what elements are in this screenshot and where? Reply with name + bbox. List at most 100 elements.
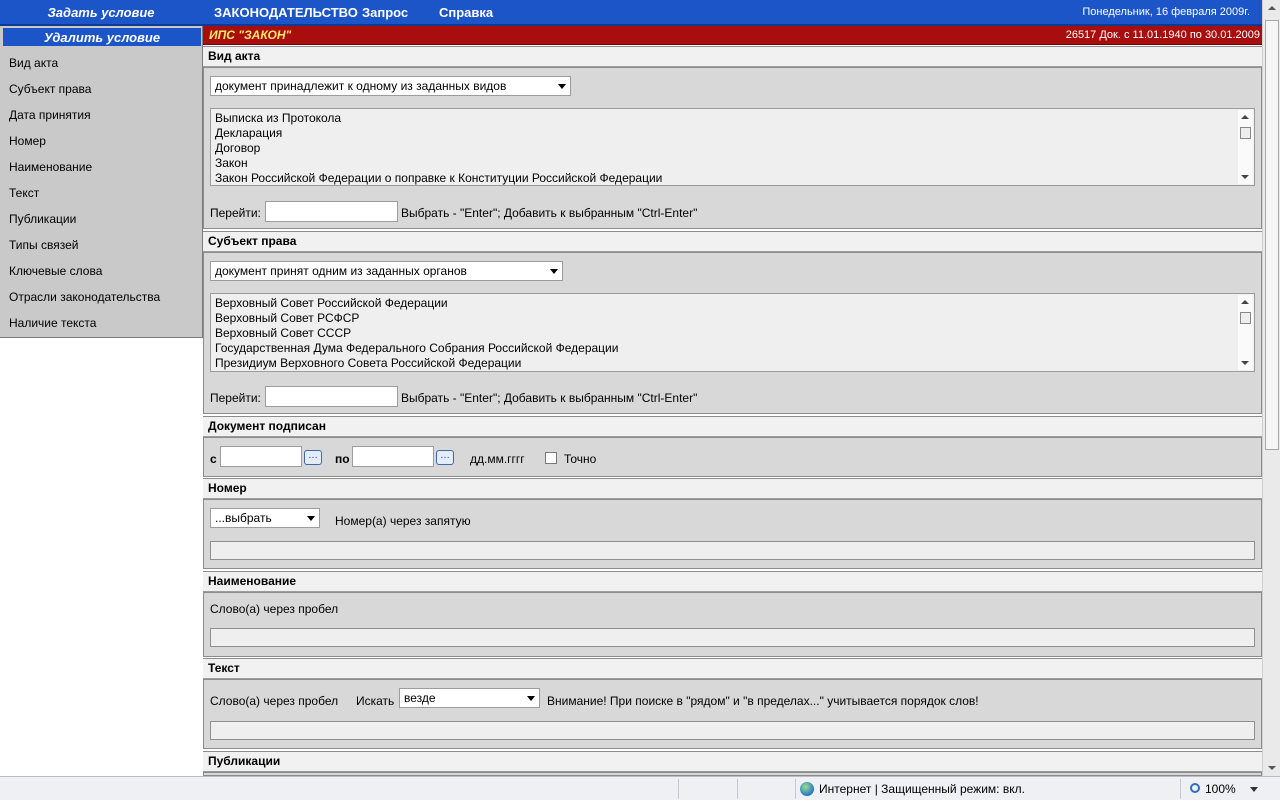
security-zone-text[interactable]: Интернет | Защищенный режим: вкл. (819, 777, 1025, 801)
scroll-down-icon[interactable] (1241, 175, 1249, 179)
exact-date-checkbox[interactable] (545, 452, 557, 464)
date-to-label: по (335, 452, 350, 466)
listbox-scrollbar[interactable] (1238, 295, 1253, 370)
set-condition-button[interactable]: Задать условие (0, 0, 202, 24)
subject-listbox[interactable]: Верховный Совет Российской Федерации Вер… (210, 293, 1255, 372)
section-subject: документ принят одним из заданных органо… (203, 252, 1262, 414)
act-type-mode-select[interactable]: документ принадлежит к одному из заданны… (210, 76, 571, 96)
number-mode-select[interactable]: ...выбрать (210, 508, 320, 528)
sidebar-item-subject[interactable]: Субъект права (9, 81, 91, 97)
document-count: 26517 Док. с 11.01.1940 по 30.01.2009 (1065, 29, 1260, 41)
act-type-mode-value: документ принадлежит к одному из заданны… (215, 79, 507, 93)
number-mode-value: ...выбрать (215, 511, 272, 525)
chevron-down-icon[interactable] (1250, 787, 1258, 792)
menu-legislation[interactable]: ЗАКОНОДАТЕЛЬСТВО (214, 0, 358, 24)
section-header-act-type: Вид акта (203, 46, 1262, 67)
number-input[interactable] (210, 541, 1255, 560)
section-text: Слово(а) через пробел Искать везде Внима… (203, 679, 1262, 749)
menu-query[interactable]: Запрос (362, 0, 408, 24)
act-type-listbox[interactable]: Выписка из Протокола Декларация Договор … (210, 108, 1255, 186)
list-item[interactable]: Договор (215, 141, 260, 156)
sidebar-item-keywords[interactable]: Ключевые слова (9, 263, 102, 279)
scroll-up-icon[interactable] (1241, 300, 1249, 304)
list-item[interactable]: Закон (215, 156, 248, 171)
page-scroll-thumb[interactable] (1265, 20, 1279, 450)
sidebar-item-link-types[interactable]: Типы связей (9, 237, 78, 253)
subject-goto-label: Перейти: (210, 391, 261, 405)
sidebar-item-publications[interactable]: Публикации (9, 211, 76, 227)
section-header-subject: Субъект права (203, 231, 1262, 252)
chevron-down-icon (550, 269, 558, 274)
scroll-thumb[interactable] (1240, 312, 1251, 324)
globe-icon (800, 782, 814, 796)
list-item[interactable]: Закон Российской Федерации о поправке к … (215, 171, 662, 185)
status-divider (795, 779, 796, 799)
sidebar-item-name[interactable]: Наименование (9, 159, 92, 175)
date-from-picker-button[interactable]: … (304, 450, 322, 465)
sidebar-item-number[interactable]: Номер (9, 133, 46, 149)
sidebar-item-branches[interactable]: Отрасли законодательства (9, 289, 160, 305)
section-header-text: Текст (203, 658, 1262, 679)
chevron-down-icon (307, 516, 315, 521)
list-item[interactable]: Декларация (215, 126, 282, 141)
scroll-up-icon[interactable] (1268, 6, 1276, 10)
search-scope-value: везде (404, 691, 436, 705)
act-type-goto-label: Перейти: (210, 206, 261, 220)
list-item[interactable]: Государственная Дума Федерального Собран… (215, 341, 618, 356)
browser-status-bar: Интернет | Защищенный режим: вкл. 100% (0, 776, 1280, 800)
section-signed: с … по … дд.мм.гггг Точно (203, 437, 1262, 477)
current-date: Понедельник, 16 февраля 2009г. (1082, 6, 1250, 18)
text-input[interactable] (210, 721, 1255, 740)
sidebar-item-act-type[interactable]: Вид акта (9, 55, 58, 71)
date-from-input[interactable] (220, 446, 302, 467)
exact-date-label: Точно (564, 452, 597, 466)
scroll-up-icon[interactable] (1241, 115, 1249, 119)
list-item[interactable]: Выписка из Протокола (215, 111, 341, 126)
status-divider (678, 779, 679, 799)
subject-hint: Выбрать - "Enter"; Добавить к выбранным … (401, 391, 698, 405)
section-header-signed: Документ подписан (203, 416, 1262, 437)
section-header-number: Номер (203, 478, 1262, 499)
subject-mode-value: документ принят одним из заданных органо… (215, 264, 467, 278)
status-divider (1180, 779, 1181, 799)
date-from-label: с (210, 452, 217, 466)
subject-goto-input[interactable] (265, 386, 398, 407)
name-hint: Слово(а) через пробел (210, 602, 339, 616)
title-bar: ИПС "ЗАКОН" 26517 Док. с 11.01.1940 по 3… (203, 26, 1262, 45)
text-hint: Слово(а) через пробел (210, 694, 339, 708)
menu-help[interactable]: Справка (439, 0, 493, 24)
act-type-hint: Выбрать - "Enter"; Добавить к выбранным … (401, 206, 698, 220)
number-hint: Номер(а) через запятую (335, 514, 471, 528)
act-type-goto-input[interactable] (265, 201, 398, 222)
status-divider (737, 779, 738, 799)
sidebar-item-adoption-date[interactable]: Дата принятия (9, 107, 91, 123)
top-navigation-bar: Задать условие ЗАКОНОДАТЕЛЬСТВО Запрос С… (0, 0, 1262, 26)
page-scrollbar[interactable] (1262, 0, 1280, 776)
section-act-type: документ принадлежит к одному из заданны… (203, 67, 1262, 229)
list-item[interactable]: Президиум Верховного Совета Российской Ф… (215, 356, 521, 371)
delete-condition-button[interactable]: Удалить условие (3, 28, 201, 46)
chevron-down-icon (527, 696, 535, 701)
name-input[interactable] (210, 628, 1255, 647)
section-name: Слово(а) через пробел (203, 592, 1262, 657)
page-title: ИПС "ЗАКОН" (209, 28, 292, 42)
subject-mode-select[interactable]: документ принят одним из заданных органо… (210, 261, 563, 281)
list-item[interactable]: Верховный Совет Российской Федерации (215, 296, 448, 311)
section-number: ...выбрать Номер(а) через запятую (203, 499, 1262, 569)
search-scope-label: Искать (356, 694, 395, 708)
scroll-down-icon[interactable] (1241, 361, 1249, 365)
sidebar-item-text[interactable]: Текст (9, 185, 39, 201)
list-item[interactable]: Верховный Совет СССР (215, 326, 351, 341)
search-scope-select[interactable]: везде (399, 688, 540, 708)
zoom-level[interactable]: 100% (1205, 777, 1236, 801)
section-header-publications: Публикации (203, 751, 1262, 772)
list-item[interactable]: Верховный Совет РСФСР (215, 311, 359, 326)
date-to-picker-button[interactable]: … (436, 450, 454, 465)
date-to-input[interactable] (352, 446, 434, 467)
chevron-down-icon (558, 84, 566, 89)
listbox-scrollbar[interactable] (1238, 110, 1253, 184)
scroll-thumb[interactable] (1240, 127, 1251, 139)
sidebar-item-text-presence[interactable]: Наличие текста (9, 315, 96, 331)
scroll-down-icon[interactable] (1268, 766, 1276, 770)
zoom-icon[interactable] (1190, 783, 1200, 793)
